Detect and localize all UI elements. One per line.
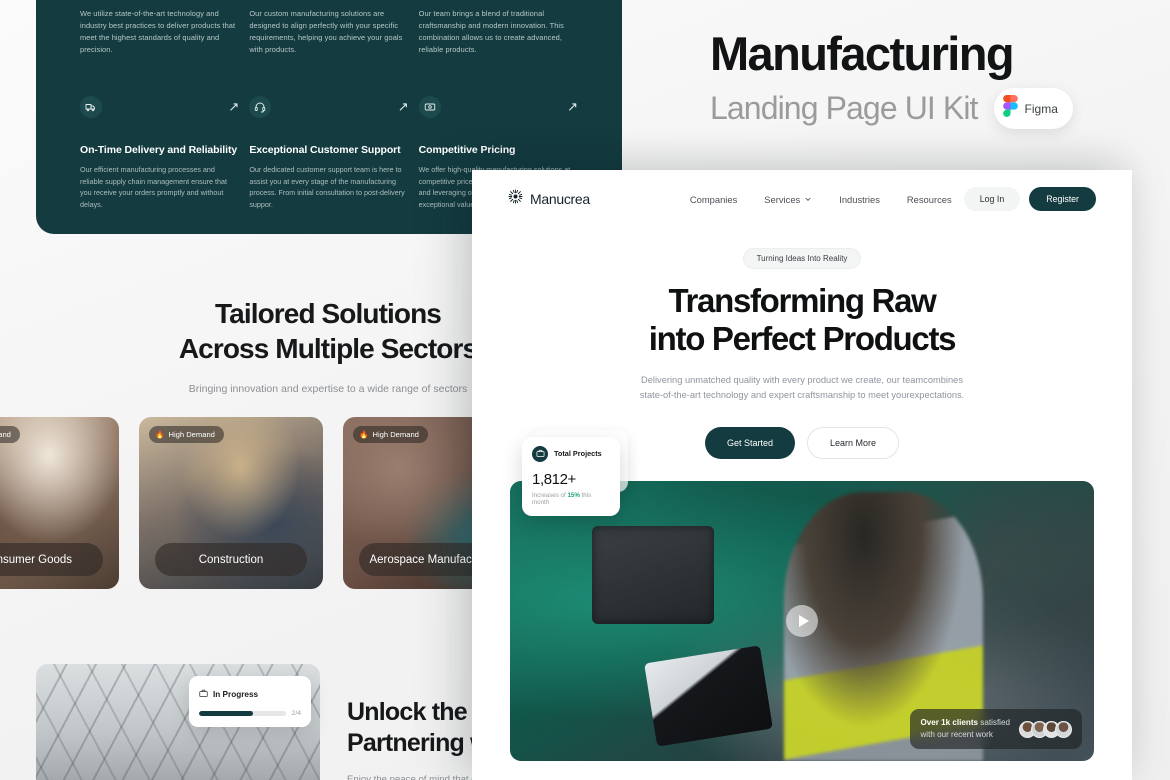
total-projects-title: Total Projects — [554, 449, 602, 459]
site-navbar: Manucrea Companies Services Industries R… — [472, 170, 1132, 228]
register-button[interactable]: Register — [1029, 187, 1096, 211]
login-button[interactable]: Log In — [963, 187, 1021, 211]
figma-badge-label: Figma — [1024, 101, 1058, 116]
sector-card-list: 🔥 High Demand Consumer Goods 🔥 High Dema… — [0, 417, 527, 589]
machine-control-panel — [591, 525, 715, 624]
feature-column: We utilize state-of-the-art technology a… — [80, 8, 239, 211]
truck-icon — [80, 95, 102, 118]
sector-card[interactable]: 🔥 High Demand Construction — [139, 417, 323, 589]
money-icon — [418, 95, 441, 118]
tablet-device — [644, 645, 773, 747]
feature-top-paragraph: Our team brings a blend of traditional c… — [418, 9, 564, 54]
briefcase-icon — [199, 685, 208, 703]
feature-top-paragraph: We utilize state-of-the-art technology a… — [80, 9, 236, 54]
feature-top-paragraph: Our custom manufacturing solutions are d… — [249, 9, 403, 54]
hero-section: Turning Ideas Into Reality Transforming … — [472, 228, 1132, 459]
hero-eyebrow-pill: Turning Ideas Into Reality — [742, 248, 862, 269]
sector-label: Consumer Goods — [0, 543, 103, 576]
feature-title: Exceptional Customer Support — [249, 143, 401, 156]
kit-title-block: Manufacturing Landing Page UI Kit Figma — [710, 30, 1150, 129]
clients-line2: with our recent work — [920, 730, 993, 740]
chevron-down-icon — [804, 194, 812, 205]
feature-title: On-Time Delivery and Reliability — [80, 143, 238, 156]
hero-description-line1: Delivering unmatched quality with every … — [641, 374, 963, 385]
avatar-group — [1019, 720, 1072, 738]
feature-icon-row: ↗ — [418, 95, 578, 118]
feature-column: Our custom manufacturing solutions are d… — [249, 8, 409, 211]
sector-badge-label: High Demand — [0, 430, 11, 439]
sector-badge-label: High Demand — [372, 430, 419, 439]
feature-icon-row: ↗ — [249, 95, 409, 118]
feature-title: Competitive Pricing — [418, 143, 516, 156]
nav-actions: Log In Register — [963, 187, 1096, 211]
feature-body: Our efficient manufacturing processes an… — [80, 164, 228, 209]
hero-description-line2: state-of-the-art technology and expert c… — [639, 390, 965, 401]
brand-name: Manucrea — [530, 191, 590, 207]
avatar — [1055, 720, 1072, 738]
play-triangle — [798, 614, 809, 627]
status-badge: 🔥 High Demand — [149, 426, 224, 443]
status-badge: 🔥 High Demand — [0, 426, 20, 443]
get-started-button[interactable]: Get Started — [704, 426, 795, 459]
fire-icon: 🔥 — [359, 430, 369, 439]
clients-badge: Over 1k clients satisfied with our recen… — [910, 709, 1082, 749]
hero-video-thumbnail[interactable]: Over 1k clients satisfied with our recen… — [510, 480, 1094, 761]
total-projects-card: Total Projects 1,812+ Increases of 15% t… — [522, 436, 620, 516]
manucrea-landing-panel: Manucrea Companies Services Industries R… — [472, 170, 1132, 780]
headset-icon — [249, 95, 272, 118]
hero-heading: Transforming Raw into Perfect Products — [472, 282, 1132, 359]
progress-bar-fill — [199, 711, 253, 716]
sector-card[interactable]: 🔥 High Demand Consumer Goods — [0, 417, 119, 589]
screenshot-root: We utilize state-of-the-art technology a… — [0, 0, 1170, 780]
nav-links: Companies Services Industries Resources — [690, 194, 952, 205]
hero-heading-line2: into Perfect Products — [648, 320, 957, 358]
tailored-heading-line2: Across Multiple Sectors — [178, 333, 478, 364]
hero-description: Delivering unmatched quality with every … — [472, 373, 1132, 404]
sector-label: Construction — [155, 543, 307, 576]
total-projects-card-stack: Total Projects 1,812+ Increases of 15% t… — [522, 429, 628, 516]
progress-fraction: 2/4 — [291, 710, 301, 717]
feature-icon-row: ↗ — [80, 95, 240, 118]
progress-bar-track — [199, 711, 286, 716]
status-badge: 🔥 High Demand — [353, 426, 428, 443]
clients-count: Over 1k clients — [920, 718, 979, 728]
nav-label: Resources — [906, 193, 952, 205]
tailored-heading-line1: Tailored Solutions — [215, 298, 442, 329]
play-icon[interactable] — [786, 604, 818, 637]
clients-line1-rest: satisfied — [978, 718, 1010, 728]
arrow-up-right-icon: ↗ — [228, 99, 240, 115]
total-projects-note: Increases of 15% this month — [532, 492, 610, 506]
nav-label: Industries — [839, 193, 880, 205]
figma-icon — [1002, 95, 1018, 122]
kit-title: Manufacturing — [710, 27, 1015, 80]
nav-label: Companies — [689, 193, 738, 205]
nav-item-resources[interactable]: Resources — [907, 194, 952, 205]
learn-more-button[interactable]: Learn More — [807, 426, 900, 459]
nav-item-services[interactable]: Services — [764, 194, 812, 205]
briefcase-icon — [532, 445, 548, 462]
sector-badge-label: High Demand — [168, 430, 215, 439]
total-projects-value: 1,812+ — [532, 470, 576, 488]
brand-logo[interactable]: Manucrea — [508, 189, 590, 209]
clients-text: Over 1k clients satisfied with our recen… — [920, 717, 1010, 740]
arrow-up-right-icon: ↗ — [567, 99, 578, 115]
nav-label: Services — [764, 193, 801, 205]
note-highlight: 15% — [567, 491, 580, 499]
feature-body: Our dedicated customer support team is h… — [249, 164, 405, 209]
sunburst-logo-icon — [508, 189, 523, 209]
arrow-up-right-icon: ↗ — [397, 99, 409, 115]
nav-item-companies[interactable]: Companies — [690, 194, 737, 205]
note-prefix: Increases of — [532, 491, 568, 499]
kit-subtitle: Landing Page UI Kit — [710, 89, 978, 126]
in-progress-title: In Progress — [213, 689, 259, 699]
nav-item-industries[interactable]: Industries — [839, 194, 880, 205]
fire-icon: 🔥 — [155, 430, 165, 439]
hero-heading-line1: Transforming Raw — [668, 282, 936, 319]
hero-media-wrap: Total Projects 1,812+ Increases of 15% t… — [510, 429, 1094, 761]
figma-badge[interactable]: Figma — [993, 88, 1073, 129]
in-progress-card: In Progress 2/4 — [189, 676, 311, 727]
